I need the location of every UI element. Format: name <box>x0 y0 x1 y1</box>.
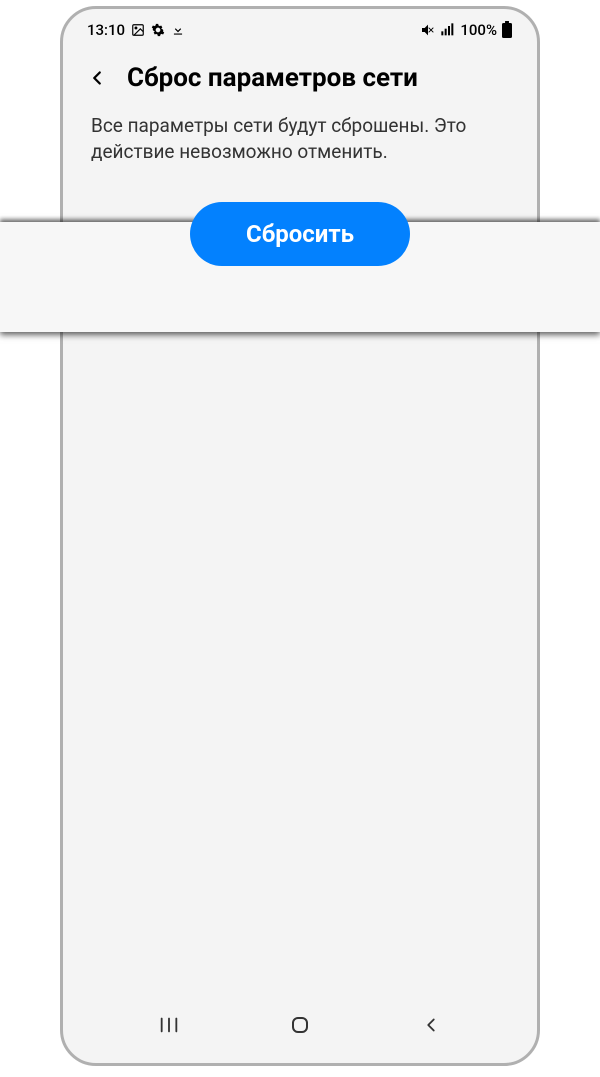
battery-icon <box>501 21 513 39</box>
image-icon <box>131 23 145 37</box>
button-container: Сбросить <box>63 184 537 284</box>
navigation-bar <box>63 991 537 1063</box>
content-spacer <box>63 284 537 991</box>
signal-icon <box>440 22 456 38</box>
phone-frame: 13:10 <box>60 6 540 1066</box>
home-button[interactable] <box>284 1009 316 1041</box>
gear-icon <box>151 23 165 37</box>
header: Сброс параметров сети <box>63 47 537 105</box>
volume-mute-icon <box>420 22 436 38</box>
recent-apps-button[interactable] <box>153 1009 185 1041</box>
status-right: 100% <box>420 21 513 39</box>
back-button[interactable] <box>83 64 111 92</box>
status-time: 13:10 <box>87 21 125 39</box>
battery-percent: 100% <box>460 21 497 39</box>
status-left: 13:10 <box>87 21 185 39</box>
back-nav-button[interactable] <box>415 1009 447 1041</box>
description-text: Все параметры сети будут сброшены. Это д… <box>63 105 537 184</box>
download-icon <box>171 23 185 37</box>
status-bar: 13:10 <box>63 9 537 47</box>
reset-button[interactable]: Сбросить <box>190 202 410 266</box>
page-title: Сброс параметров сети <box>127 63 418 93</box>
